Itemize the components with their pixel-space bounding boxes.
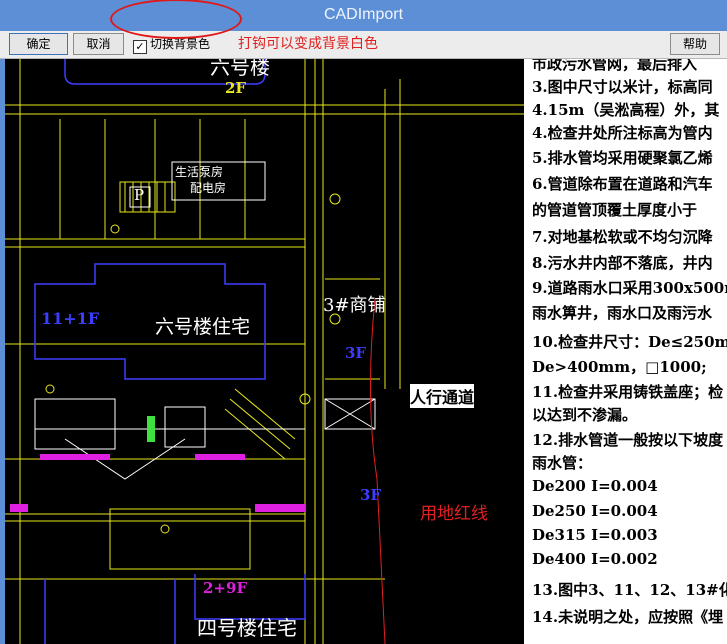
label-floors-2f-top: 2F	[225, 79, 247, 97]
green-marker	[147, 416, 155, 442]
magenta-band	[195, 454, 245, 460]
toolbar: 确定 取消 ✓ 切换背景色 打钩可以变成背景白色 帮助	[0, 31, 727, 59]
note-line: 10.检查井尺寸：De≤250mm，	[532, 333, 727, 351]
label-pump-room: 生活泵房	[175, 165, 224, 179]
hatch-lines	[224, 388, 296, 460]
help-button[interactable]: 帮助	[670, 33, 720, 55]
magenta-band	[255, 504, 305, 512]
note-line: 7.对地基松软或不均匀沉降	[532, 228, 713, 246]
ok-button[interactable]: 确定	[9, 33, 68, 55]
label-building-six-resident: 六号楼住宅	[155, 316, 251, 338]
label-shop-3: 3#商铺	[323, 295, 386, 316]
building-four-outline	[44, 579, 176, 644]
note-line: De250 I=0.004	[532, 502, 658, 520]
magenta-band	[10, 504, 28, 512]
label-red-line: 用地红线	[420, 504, 488, 524]
magenta-band	[40, 454, 110, 460]
label-building-four: 四号楼住宅	[197, 616, 297, 640]
label-building-six: 六号楼	[210, 59, 270, 79]
note-line: 4.15m（吴淞高程）外，其	[532, 101, 720, 119]
note-line: 的管道管顶覆土厚度小于	[532, 201, 698, 219]
label-floors-3f-right: 3F	[345, 344, 367, 362]
note-line: 9.道路雨水口采用300x500mm	[532, 279, 727, 297]
note-line: De400 I=0.002	[532, 550, 658, 568]
note-line: 8.污水井内部不落底，井内	[532, 254, 713, 272]
checkbox-check-icon[interactable]: ✓	[133, 40, 147, 54]
note-line: 6.管道除布置在道路和汽车	[532, 175, 713, 193]
label-floors-29: 2+9F	[203, 579, 248, 597]
note-line: De315 I=0.003	[532, 526, 658, 544]
note-line: 14.未说明之处，应按照《埋	[532, 608, 724, 626]
window-title: CADImport	[323, 6, 404, 23]
parking-outline	[109, 508, 251, 570]
building-core	[164, 406, 206, 448]
label-power-room: 配电房	[190, 181, 227, 195]
note-line: 5.排水管均采用硬聚氯乙烯	[532, 149, 713, 167]
note-line: 3.图中尺寸以米计，标高同	[532, 78, 713, 96]
note-line: 市政污水管网，最后排入	[532, 59, 698, 73]
note-line: 12.排水管道一般按以下坡度	[532, 431, 724, 449]
note-line: De200 I=0.004	[532, 477, 658, 495]
note-line: 13.图中3、11、12、13#化粪	[532, 581, 727, 599]
cadimport-window: CADImport 确定 取消 ✓ 切换背景色 打钩可以变成背景白色 帮助 六号…	[0, 0, 727, 644]
building-core	[34, 398, 116, 450]
label-pedestrian: 人行通道	[410, 384, 475, 408]
red-boundary-line	[369, 298, 386, 644]
notes-panel: 市政污水管网，最后排入 3.图中尺寸以米计，标高同 4.15m（吴淞高程）外，其 4…	[524, 59, 727, 644]
note-line: 雨水管：	[532, 454, 593, 472]
note-line: 雨水箅井，雨水口及雨污水	[532, 304, 713, 322]
label-parking-p: P	[134, 186, 145, 204]
title-bar[interactable]: CADImport	[0, 0, 727, 31]
toggle-background-label: 切换背景色	[150, 37, 211, 51]
note-line: De>400mm，□1000;	[532, 358, 707, 376]
label-floors-3f: 3F	[360, 486, 382, 504]
cancel-button[interactable]: 取消	[73, 33, 124, 55]
annotation-ellipse	[110, 0, 242, 39]
annotation-text: 打钩可以变成背景白色	[238, 36, 378, 52]
note-line: 11.检查井采用铸铁盖座；检	[532, 383, 724, 401]
note-line: 以达到不渗漏。	[532, 406, 638, 424]
note-line: 4.检查井处所注标高为管内	[532, 124, 713, 142]
label-floors-11: 11+1F	[41, 309, 100, 328]
